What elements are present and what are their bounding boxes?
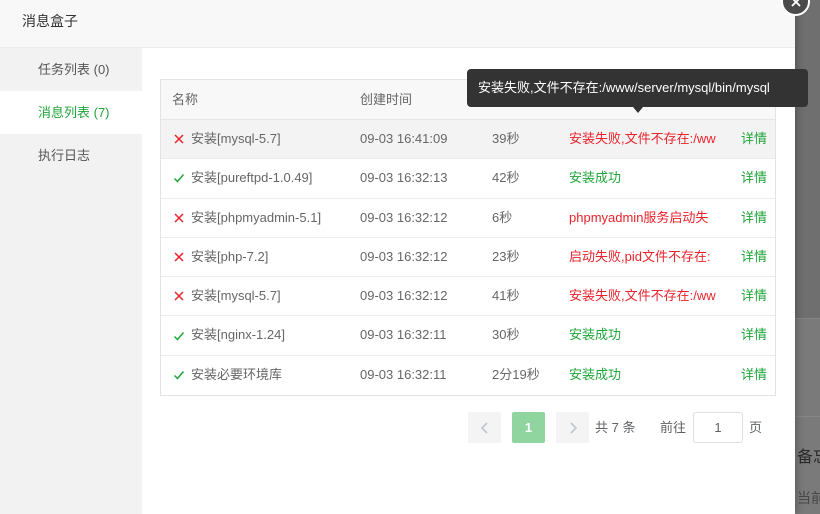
- result-message[interactable]: 安装成功: [569, 316, 717, 354]
- cross-icon: [173, 212, 185, 224]
- created-time: 09-03 16:32:12: [360, 248, 448, 264]
- sidebar-item-message-list[interactable]: 消息列表 (7): [0, 91, 142, 134]
- goto-label: 前往: [660, 420, 687, 435]
- check-icon: [173, 330, 185, 342]
- created-time: 09-03 16:41:09: [360, 131, 448, 146]
- table-body: 安装[mysql-5.7] 09-03 16:41:09 39秒 安装失败,文件不存在…: [161, 120, 775, 395]
- duration: 39秒: [492, 131, 520, 146]
- background-text: 备忘: [797, 449, 820, 466]
- duration: 41秒: [492, 288, 520, 304]
- details-link[interactable]: 详情: [741, 356, 773, 394]
- details-link[interactable]: 详情: [741, 159, 773, 197]
- prev-page-button[interactable]: [468, 412, 501, 443]
- created-time: 09-03 16:32:11: [360, 327, 447, 343]
- task-name: 安装[nginx-1.24]: [191, 327, 285, 343]
- sidebar-item-task-list[interactable]: 任务列表 (0): [0, 48, 142, 91]
- cross-icon: [173, 251, 185, 263]
- task-name: 安装必要环境库: [191, 366, 283, 382]
- table-row[interactable]: 安装[pureftpd-1.0.49] 09-03 16:32:13 42秒 安装成功…: [161, 159, 775, 199]
- task-name: 安装[php-7.2]: [191, 248, 269, 264]
- task-name: 安装[mysql-5.7]: [191, 131, 281, 146]
- details-link[interactable]: 详情: [741, 120, 773, 158]
- table-row[interactable]: 安装[mysql-5.7] 09-03 16:32:12 41秒 安装失败,文件不存在…: [161, 277, 775, 317]
- result-message[interactable]: 安装成功: [569, 356, 717, 394]
- duration: 6秒: [492, 209, 513, 225]
- task-name: 安装[pureftpd-1.0.49]: [191, 170, 313, 186]
- duration: 2分19秒: [492, 366, 540, 382]
- result-message[interactable]: 启动失败,pid文件不存在:: [569, 238, 717, 276]
- check-icon: [173, 172, 185, 184]
- details-link[interactable]: 详情: [741, 277, 773, 315]
- table-row[interactable]: 安装[phpmyadmin-5.1] 09-03 16:32:12 6秒 phpmya…: [161, 199, 775, 238]
- table-row[interactable]: 安装[php-7.2] 09-03 16:32:12 23秒 启动失败,pid文件不存…: [161, 238, 775, 278]
- duration: 42秒: [492, 170, 520, 186]
- cross-icon: [173, 133, 185, 145]
- result-message[interactable]: phpmyadmin服务启动失: [569, 199, 717, 237]
- dialog-title: 消息盒子: [22, 13, 78, 29]
- chevron-left-icon: [480, 421, 488, 434]
- created-time: 09-03 16:32:13: [360, 170, 448, 186]
- column-header-name: 名称: [172, 92, 199, 107]
- sidebar-item-execution-log[interactable]: 执行日志: [0, 134, 142, 177]
- details-link[interactable]: 详情: [741, 238, 773, 276]
- goto-page-input[interactable]: [693, 412, 743, 443]
- chevron-right-icon: [569, 421, 577, 434]
- message-tooltip: 安装失败,文件不存在:/www/server/mysql/bin/mysql: [467, 69, 808, 107]
- task-name: 安装[phpmyadmin-5.1]: [191, 209, 322, 225]
- next-page-button[interactable]: [556, 412, 589, 443]
- table-row[interactable]: 安装[mysql-5.7] 09-03 16:41:09 39秒 安装失败,文件不存在…: [161, 120, 775, 160]
- duration: 23秒: [492, 248, 520, 264]
- background-panel: 备忘 当前: [795, 318, 820, 514]
- total-count: 共 7 条: [595, 420, 636, 435]
- details-link[interactable]: 详情: [741, 316, 773, 354]
- table-row[interactable]: 安装必要环境库 09-03 16:32:11 2分19秒 安装成功 详情: [161, 356, 775, 395]
- tooltip-arrow: [633, 107, 643, 113]
- close-icon: [790, 0, 801, 7]
- details-link[interactable]: 详情: [741, 199, 773, 237]
- result-message[interactable]: 安装失败,文件不存在:/ww: [569, 120, 717, 158]
- background-text: 当前: [797, 490, 820, 506]
- task-name: 安装[mysql-5.7]: [191, 288, 281, 304]
- result-message[interactable]: 安装成功: [569, 159, 717, 197]
- column-header-created-time: 创建时间: [360, 92, 413, 107]
- page-button-1[interactable]: 1: [512, 412, 545, 443]
- message-table: 名称 创建时间 安装[mysql-5.7] 09-03 16:41:09 39秒 安装…: [160, 79, 776, 397]
- page-unit-label: 页: [749, 420, 763, 435]
- table-row[interactable]: 安装[nginx-1.24] 09-03 16:32:11 30秒 安装成功 详情: [161, 316, 775, 356]
- background-divider: [795, 416, 820, 417]
- result-message[interactable]: 安装失败,文件不存在:/ww: [569, 277, 717, 315]
- created-time: 09-03 16:32:12: [360, 288, 448, 304]
- created-time: 09-03 16:32:11: [360, 366, 447, 382]
- created-time: 09-03 16:32:12: [360, 209, 448, 225]
- check-icon: [173, 369, 185, 381]
- dialog-header: 消息盒子: [0, 0, 795, 48]
- dialog-sidebar: 任务列表 (0) 消息列表 (7) 执行日志: [0, 48, 142, 514]
- duration: 30秒: [492, 327, 520, 343]
- cross-icon: [173, 290, 185, 302]
